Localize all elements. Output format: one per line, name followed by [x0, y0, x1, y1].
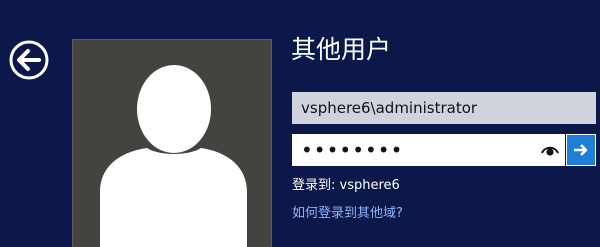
password-value: ••••••••: [301, 138, 404, 162]
back-button[interactable]: [9, 40, 49, 80]
password-field[interactable]: ••••••••: [292, 134, 565, 166]
sign-in-target: 登录到: vsphere6: [292, 176, 400, 196]
submit-button[interactable]: [566, 134, 596, 166]
password-row: ••••••••: [292, 134, 596, 166]
user-silhouette-icon: [100, 65, 247, 247]
back-arrow-icon: [9, 40, 49, 80]
other-domain-link[interactable]: 如何登录到其他域?: [292, 204, 403, 224]
sign-in-to-label: 登录到:: [292, 178, 336, 193]
page-title: 其他用户: [291, 35, 392, 64]
username-field[interactable]: vsphere6\administrator: [292, 92, 596, 124]
eye-icon[interactable]: [541, 143, 559, 157]
sign-in-domain: vsphere6: [339, 178, 400, 193]
avatar: [72, 39, 272, 247]
login-screen: 其他用户 vsphere6\administrator •••••••• 登录到…: [0, 0, 600, 247]
arrow-right-icon: [574, 144, 588, 156]
